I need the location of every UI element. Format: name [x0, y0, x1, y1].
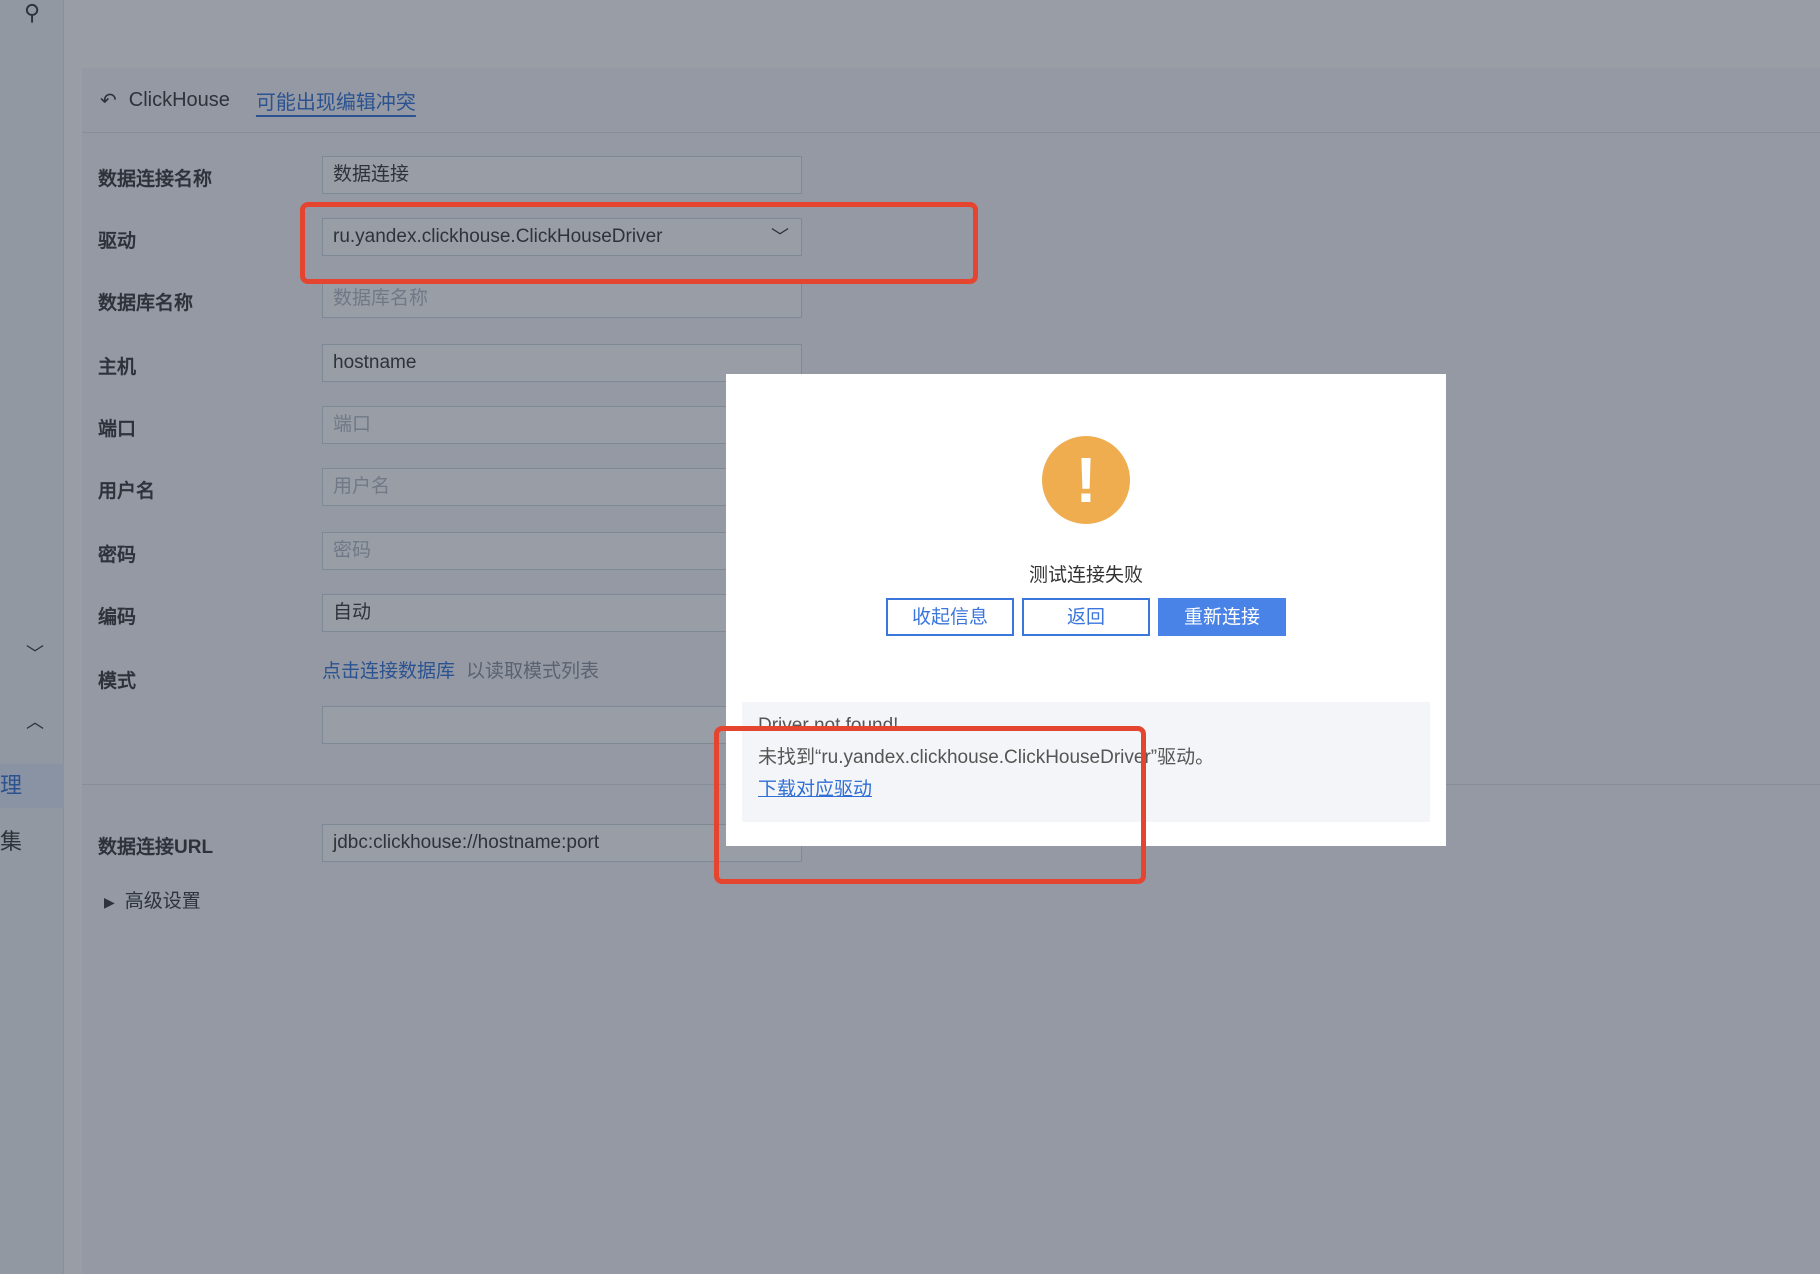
collapse-info-button[interactable]: 收起信息 [886, 598, 1014, 636]
dialog-title: 测试连接失败 [1028, 565, 1143, 586]
warning-icon: ! [1042, 436, 1130, 524]
error-highlight-box [714, 726, 1146, 884]
driver-highlight-box [300, 202, 978, 284]
app-window: ⚲ ﹀ ︿ 理 集 ↶ ClickHouse 可能出现编辑冲突 数据连接名称 数… [0, 0, 1820, 1274]
back-button[interactable]: 返回 [1022, 598, 1150, 636]
reconnect-button[interactable]: 重新连接 [1158, 598, 1286, 636]
